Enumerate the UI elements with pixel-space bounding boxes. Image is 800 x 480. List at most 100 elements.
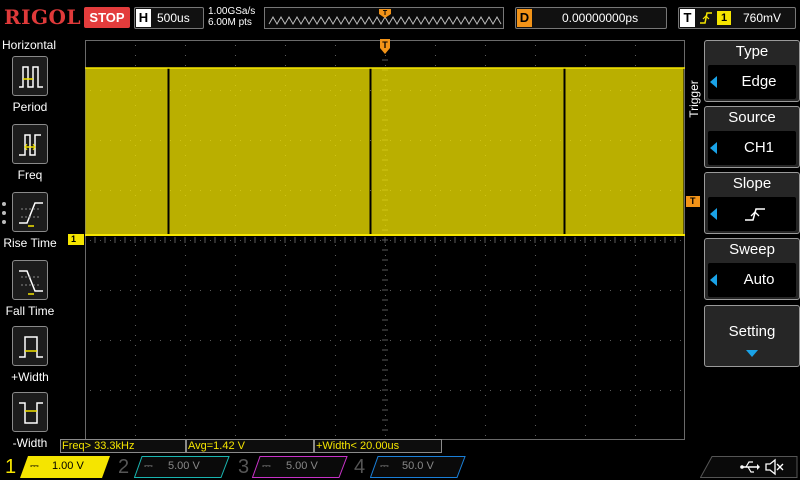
grid-dot: [185, 255, 186, 256]
grid-dot: [435, 275, 436, 276]
sample-rate: 1.00GSa/s: [208, 6, 256, 17]
grid-dot: [340, 340, 341, 341]
left-arrow-icon: [710, 208, 717, 220]
channel-3-tab[interactable]: 3 ⎓ 5.00 V: [230, 454, 348, 480]
grid-dot: [340, 290, 341, 291]
grid-dot: [630, 290, 631, 291]
grid-dot: [220, 340, 221, 341]
grid-dot: [485, 325, 486, 326]
grid-dot: [385, 365, 386, 366]
status-bar: RIGOL STOP H 500us 1.00GSa/s 6.00M pts T…: [0, 0, 800, 36]
grid-dot: [535, 255, 536, 256]
grid-dot: [285, 425, 286, 426]
channel-4-tab[interactable]: 4 ⎓ 50.0 V: [348, 454, 466, 480]
grid-dot: [570, 290, 571, 291]
delay-box[interactable]: D 0.00000000ps: [515, 7, 667, 29]
grid-dot: [135, 275, 136, 276]
grid-dot: [280, 290, 281, 291]
grid-dot: [535, 425, 536, 426]
grid-dot: [435, 65, 436, 66]
grid-dot: [235, 325, 236, 326]
grid-dot: [600, 240, 601, 241]
grid-dot: [585, 365, 586, 366]
usb-icon: [740, 461, 760, 473]
timebase-box[interactable]: H 500us: [134, 7, 204, 29]
trigger-box[interactable]: T 1 760mV: [678, 7, 796, 29]
grid-dot: [550, 340, 551, 341]
grid-dot: [440, 290, 441, 291]
grid-dot: [140, 340, 141, 341]
grid-dot: [535, 415, 536, 416]
measure-positive-width[interactable]: +Width: [0, 326, 60, 388]
grid-dot: [185, 285, 186, 286]
grid-dot: [370, 190, 371, 191]
measure-positive-width-label: +Width: [11, 370, 49, 384]
trigger-position-marker[interactable]: T: [379, 38, 391, 56]
grid-dot: [185, 325, 186, 326]
grid-dot: [485, 55, 486, 56]
grid-dot: [585, 305, 586, 306]
run-stop-indicator[interactable]: STOP: [84, 7, 130, 28]
grid-dot: [560, 240, 561, 241]
grid-dot: [485, 405, 486, 406]
measure-rise-time[interactable]: Rise Time: [0, 192, 60, 254]
grid-dot: [440, 390, 441, 391]
grid-dot: [635, 405, 636, 406]
grid-dot: [185, 295, 186, 296]
grid-dot: [400, 290, 401, 291]
fall-time-icon: [19, 270, 43, 295]
trigger-source-button[interactable]: Source CH1: [704, 106, 800, 168]
grid-dot: [535, 285, 536, 286]
trigger-type-value: Edge: [741, 73, 777, 90]
grid-dot: [485, 345, 486, 346]
ch1-offset-marker[interactable]: 1: [68, 234, 84, 245]
channel-3-scale: 5.00 V: [286, 460, 318, 472]
measure-fall-time[interactable]: Fall Time: [0, 260, 60, 322]
grid-dot: [540, 240, 541, 241]
measure-frequency[interactable]: Freq: [0, 124, 60, 186]
trigger-type-button[interactable]: Type Edge: [704, 40, 800, 102]
trigger-tag: T: [680, 9, 695, 27]
grid-dot: [370, 90, 371, 91]
grid-dot: [585, 265, 586, 266]
grid-dot: [500, 390, 501, 391]
grid-dot: [185, 385, 186, 386]
grid-dot: [185, 355, 186, 356]
grid-dot: [485, 395, 486, 396]
trigger-setting-button[interactable]: Setting: [704, 305, 800, 367]
grid-dot: [550, 390, 551, 391]
speaker-muted-icon[interactable]: [764, 458, 784, 476]
grid-dot: [360, 290, 361, 291]
channel-2-tab[interactable]: 2 ⎓ 5.00 V: [112, 454, 230, 480]
channel-2-number: 2: [118, 456, 130, 478]
grid-dot: [470, 390, 471, 391]
grid-dot: [385, 395, 386, 396]
channel-4-scale: 50.0 V: [402, 460, 434, 472]
measure-negative-width[interactable]: -Width: [0, 392, 60, 454]
grid-dot: [585, 435, 586, 436]
waveform-display[interactable]: [85, 40, 685, 440]
memory-depth: 6.00M pts: [208, 17, 252, 28]
channel-1-tab[interactable]: 1 ⎓ 1.00 V: [0, 454, 112, 480]
grid-dot: [185, 275, 186, 276]
trigger-sweep-button[interactable]: Sweep Auto: [704, 238, 800, 300]
trigger-slope-button[interactable]: Slope: [704, 172, 800, 234]
grid-dot: [285, 295, 286, 296]
grid-dot: [500, 290, 501, 291]
grid-dot: [420, 340, 421, 341]
measurement-bar: Freq> 33.3kHz Avg=1.42 V +Width< 20.00us: [60, 439, 690, 453]
grid-dot: [400, 390, 401, 391]
grid-dot: [585, 375, 586, 376]
channel-2-scale: 5.00 V: [168, 460, 200, 472]
grid-dot: [320, 340, 321, 341]
grid-dot: [680, 290, 681, 291]
grid-dot: [435, 415, 436, 416]
grid-dot: [285, 355, 286, 356]
grid-dot: [240, 390, 241, 391]
measure-period[interactable]: Period: [0, 56, 60, 118]
grid-dot: [535, 405, 536, 406]
grid-dot: [235, 45, 236, 46]
grid-dot: [235, 375, 236, 376]
grid-dot: [240, 340, 241, 341]
grid-dot: [300, 240, 301, 241]
